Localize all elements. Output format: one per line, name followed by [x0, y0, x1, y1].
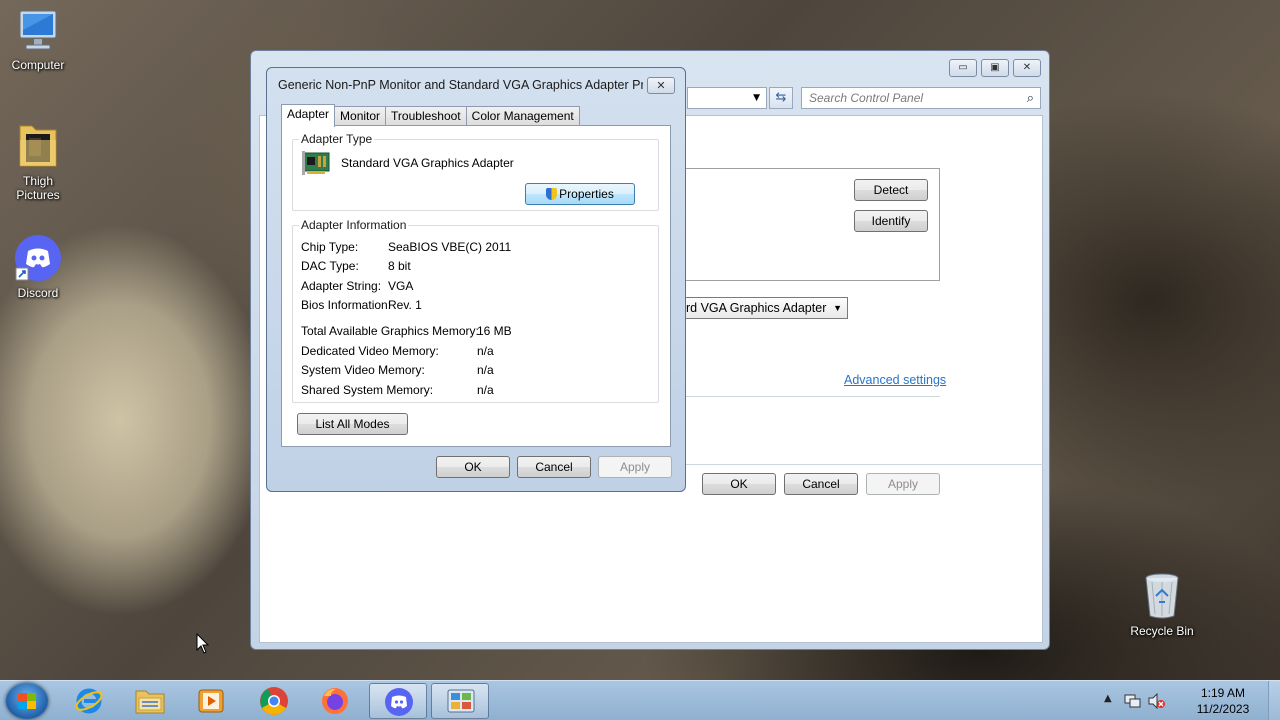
clock-date: 11/2/2023 [1196, 702, 1250, 716]
media-player-icon [198, 689, 224, 713]
advanced-settings-link[interactable]: Advanced settings [844, 373, 946, 387]
dedicated-memory-value: n/a [477, 344, 494, 358]
windows-logo-icon [18, 693, 36, 709]
detect-button[interactable]: Detect [854, 179, 928, 201]
dac-type-value: 8 bit [388, 259, 411, 273]
divider [680, 464, 1044, 465]
taskbar-file-explorer[interactable] [121, 683, 179, 719]
bios-info-value: Rev. 1 [388, 298, 422, 312]
control-panel-icon [447, 689, 475, 713]
search-placeholder: Search Control Panel [809, 91, 924, 105]
dialog-title: Generic Non-PnP Monitor and Standard VGA… [278, 78, 643, 92]
properties-button[interactable]: Properties [525, 183, 635, 205]
file-explorer-icon [135, 690, 165, 714]
volume-muted-icon[interactable] [1148, 693, 1166, 709]
discord-icon [385, 688, 413, 716]
clock[interactable]: 1:19 AM 11/2/2023 [1188, 685, 1258, 717]
desktop-icon-discord[interactable]: Discord [0, 234, 76, 300]
desktop-icon-label: Recycle Bin [1130, 624, 1194, 638]
tab-bar: Adapter Monitor Troubleshoot Color Manag… [281, 104, 580, 127]
taskbar-control-panel[interactable] [431, 683, 489, 719]
desktop-icon-label-line2: Pictures [16, 188, 60, 202]
taskbar-firefox[interactable] [306, 683, 364, 719]
shared-memory-value: n/a [477, 383, 494, 397]
mouse-cursor-icon [196, 633, 210, 654]
chip-type-label: Chip Type: [301, 240, 359, 254]
network-icon[interactable] [1124, 693, 1142, 709]
taskbar-media-player[interactable] [182, 683, 240, 719]
adapter-string-value: VGA [388, 279, 414, 293]
show-desktop-button[interactable] [1268, 681, 1280, 720]
internet-explorer-icon [75, 688, 103, 714]
desktop-icon-recycle-bin[interactable]: Recycle Bin [1124, 572, 1200, 638]
bios-info-label: Bios Information: [301, 298, 392, 312]
start-button[interactable] [6, 683, 48, 719]
properties-label: Properties [559, 187, 614, 201]
show-hidden-icons-chevron-icon[interactable]: ▲ [1104, 693, 1112, 704]
adapter-string-label: Adapter String: [301, 279, 382, 293]
shared-memory-label: Shared System Memory: [301, 383, 434, 397]
address-bar-dropdown[interactable]: ▼ [687, 87, 767, 109]
apply-button[interactable]: Apply [866, 473, 940, 495]
refresh-icon: ⇆ [775, 90, 787, 105]
firefox-icon [322, 688, 348, 714]
display-dropdown-value: rd VGA Graphics Adapter [686, 301, 827, 315]
system-memory-label: System Video Memory: [301, 363, 425, 377]
system-memory-value: n/a [477, 363, 494, 377]
search-icon: ⌕ [1026, 90, 1034, 105]
minimize-button[interactable]: ▭ [949, 59, 977, 77]
taskbar-discord[interactable] [369, 683, 427, 719]
taskbar-chrome[interactable] [245, 683, 303, 719]
refresh-button[interactable]: ⇆ [769, 87, 793, 109]
tab-monitor[interactable]: Monitor [334, 106, 387, 126]
desktop-icon-thigh-pictures[interactable]: Thigh Pictures [0, 120, 76, 202]
tab-adapter[interactable]: Adapter [281, 104, 336, 127]
maximize-button[interactable]: ▣ [981, 59, 1009, 77]
adapter-info-heading: Adapter Information [299, 218, 409, 232]
total-memory-value: 16 MB [477, 324, 512, 338]
ok-button[interactable]: OK [436, 456, 510, 478]
desktop-icon-computer[interactable]: Computer [0, 8, 76, 72]
ok-button[interactable]: OK [702, 473, 776, 495]
computer-icon [19, 10, 57, 50]
taskbar-internet-explorer[interactable] [60, 683, 118, 719]
cancel-button[interactable]: Cancel [784, 473, 858, 495]
total-memory-label: Total Available Graphics Memory: [301, 324, 479, 338]
search-input[interactable]: Search Control Panel ⌕ [801, 87, 1041, 109]
recycle-bin-icon [1145, 573, 1179, 619]
taskbar: ▲ 1:19 AM 11/2/2023 [0, 680, 1280, 720]
display-dropdown[interactable]: rd VGA Graphics Adapter ▼ [680, 297, 848, 319]
window-controls: ▭ ▣ ✕ [949, 59, 1041, 77]
graphics-card-icon [302, 151, 330, 175]
folder-icon [19, 125, 57, 167]
close-button[interactable]: ✕ [647, 77, 675, 94]
tab-troubleshoot[interactable]: Troubleshoot [385, 106, 467, 126]
list-all-modes-button[interactable]: List All Modes [297, 413, 408, 435]
desktop-icon-label-line1: Thigh [22, 174, 54, 188]
clock-time: 1:19 AM [1200, 686, 1246, 700]
close-button[interactable]: ✕ [1013, 59, 1041, 77]
chip-type-value: SeaBIOS VBE(C) 2011 [388, 240, 512, 254]
apply-button[interactable]: Apply [598, 456, 672, 478]
system-tray: ▲ 1:19 AM 11/2/2023 [1100, 681, 1280, 720]
identify-button[interactable]: Identify [854, 210, 928, 232]
chrome-icon [260, 687, 288, 715]
dedicated-memory-label: Dedicated Video Memory: [301, 344, 439, 358]
desktop-icon-label: Discord [17, 286, 59, 300]
adapter-tab-panel: Adapter Type Standard VGA Graphics Adapt… [281, 125, 671, 447]
tab-color-management[interactable]: Color Management [465, 106, 580, 126]
adapter-info-group: Adapter Information Chip Type: SeaBIOS V… [292, 218, 659, 403]
desktop-icon-label: Computer [11, 58, 65, 72]
adapter-type-group: Adapter Type Standard VGA Graphics Adapt… [292, 132, 659, 211]
uac-shield-icon [546, 188, 558, 200]
divider [680, 396, 940, 397]
discord-icon [15, 235, 61, 281]
chevron-down-icon: ▼ [753, 93, 760, 103]
dac-type-label: DAC Type: [301, 259, 359, 273]
adapter-type-heading: Adapter Type [299, 132, 375, 146]
adapter-name: Standard VGA Graphics Adapter [341, 156, 514, 170]
adapter-properties-dialog: Generic Non-PnP Monitor and Standard VGA… [266, 67, 686, 492]
cancel-button[interactable]: Cancel [517, 456, 591, 478]
chevron-down-icon: ▼ [833, 303, 842, 313]
